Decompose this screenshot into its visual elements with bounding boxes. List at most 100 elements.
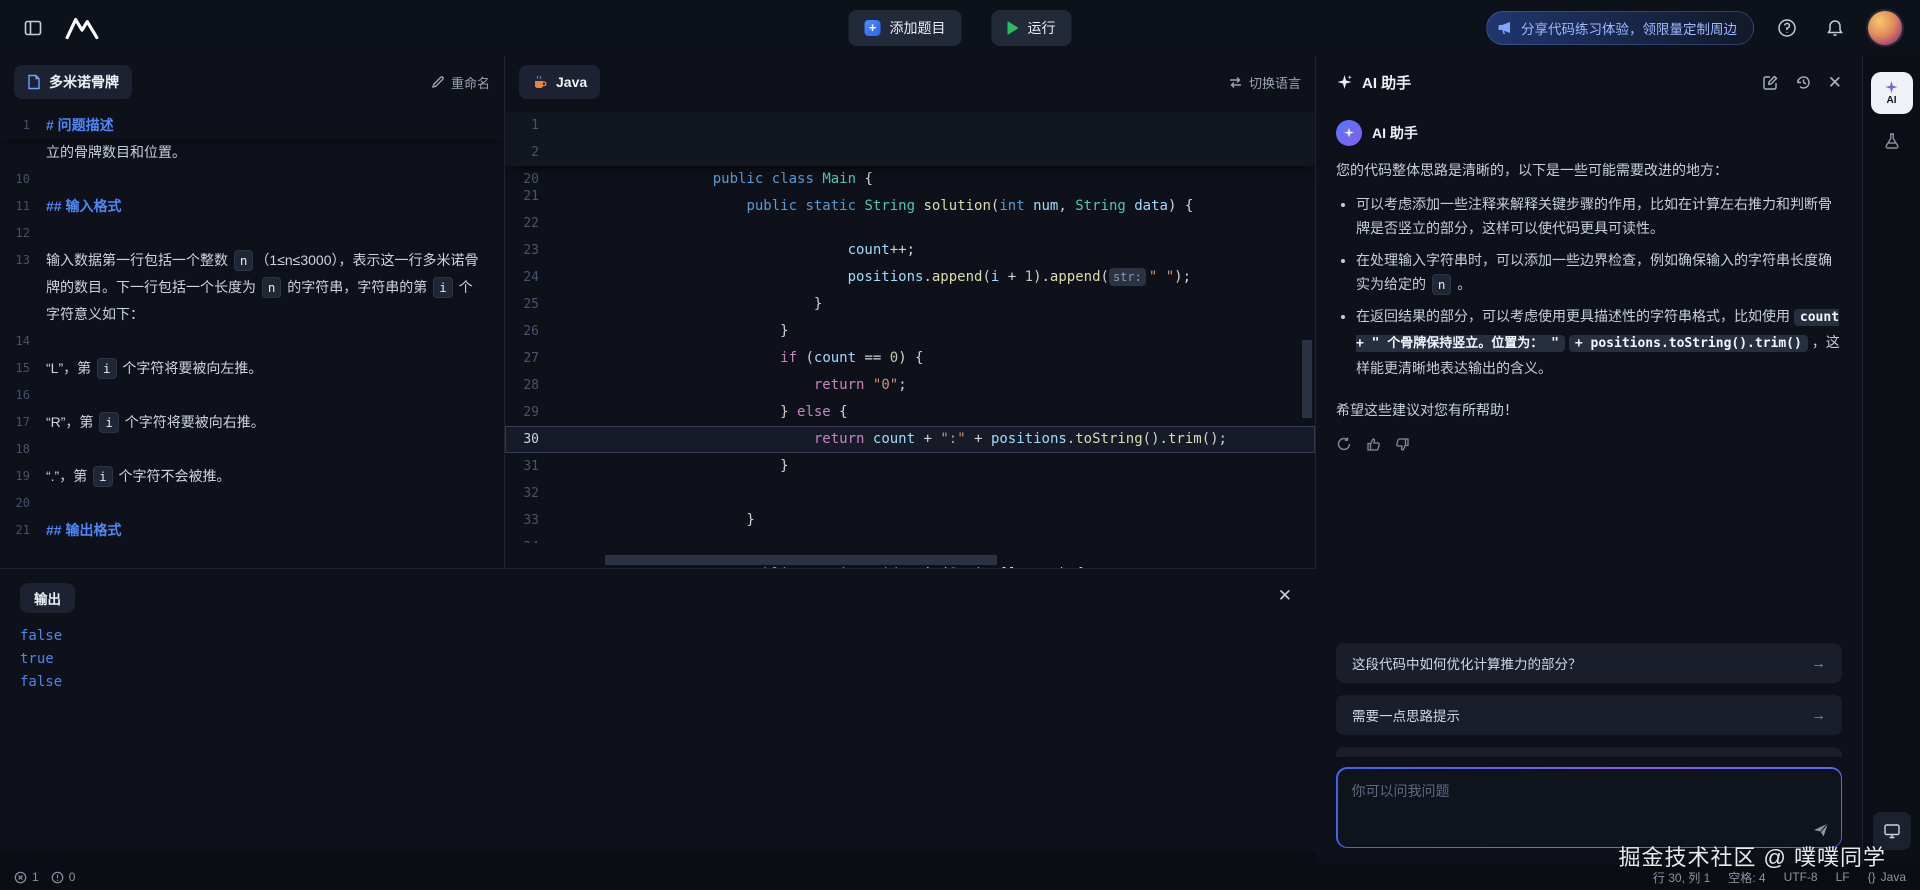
code-line[interactable]: 2 public static String solution(int num,… bbox=[505, 139, 1315, 166]
code-line[interactable]: 23 } bbox=[505, 237, 1315, 264]
problem-line[interactable]: 15 “L”，第 i 个字符将要被向左推。 bbox=[0, 355, 504, 382]
user-avatar[interactable] bbox=[1868, 11, 1902, 45]
promo-banner[interactable]: 分享代码练习体验，领限量定制周边 bbox=[1486, 11, 1754, 45]
error-count[interactable]: 1 bbox=[14, 870, 39, 884]
output-tab[interactable]: 输出 bbox=[20, 583, 75, 613]
code-line[interactable]: 25 if (count == 0) { bbox=[505, 291, 1315, 318]
problem-line[interactable]: 20 bbox=[0, 490, 504, 517]
regenerate-button[interactable] bbox=[1336, 436, 1352, 452]
code-token: Main bbox=[822, 171, 864, 187]
language-mode[interactable]: {} Java bbox=[1868, 870, 1906, 884]
problem-line[interactable]: 18 bbox=[0, 436, 504, 463]
thumbs-up-icon bbox=[1366, 437, 1381, 452]
output-close-button[interactable]: ✕ bbox=[1278, 587, 1292, 604]
output-lines: falsetruefalse bbox=[20, 625, 1296, 694]
send-plane-icon bbox=[1812, 821, 1830, 839]
console-toggle-button[interactable] bbox=[1873, 812, 1911, 850]
encoding-setting[interactable]: UTF-8 bbox=[1784, 870, 1818, 884]
ai-bullet: 可以考虑添加一些注释来解释关键步骤的作用，比如在计算左右推力和判断骨牌是否竖立的… bbox=[1356, 192, 1842, 240]
suggested-question[interactable]: 这段代码中如何优化计算推力的部分？ → bbox=[1336, 643, 1842, 683]
sidebar-toggle-button[interactable] bbox=[18, 13, 48, 43]
line-number: 25 bbox=[505, 291, 561, 318]
problem-title-chip[interactable]: 多米诺骨牌 bbox=[14, 65, 132, 99]
horizontal-scrollbar-thumb[interactable] bbox=[605, 555, 997, 565]
code-line[interactable]: 28 return count + ":" + positions.toStri… bbox=[505, 372, 1315, 399]
language-mode-label: Java bbox=[1881, 870, 1906, 884]
code-line[interactable]: 30 bbox=[505, 426, 1315, 453]
problem-line-text: “L”，第 i 个字符将要被向左推。 bbox=[46, 355, 504, 382]
code-line[interactable]: 31 } bbox=[505, 453, 1315, 480]
add-problem-button[interactable]: 添加题目 bbox=[849, 10, 962, 46]
line-number: 21 bbox=[0, 517, 46, 544]
code-line[interactable]: 34 bbox=[505, 534, 1315, 543]
ai-close-button[interactable]: ✕ bbox=[1828, 74, 1842, 91]
code-line[interactable]: 32 bbox=[505, 480, 1315, 507]
indentation-setting[interactable]: 空格: 4 bbox=[1728, 869, 1765, 886]
ai-panel-header: AI 助手 ✕ bbox=[1316, 56, 1862, 108]
code-token: static bbox=[805, 198, 864, 214]
run-button[interactable]: 运行 bbox=[992, 10, 1072, 46]
problem-line[interactable]: 13 输入数据第一行包括一个整数 n（1≤n≤3000），表示这一行多米诺骨牌的… bbox=[0, 247, 504, 328]
eol-setting[interactable]: LF bbox=[1836, 870, 1850, 884]
code-line-text: return "0"; bbox=[561, 318, 1315, 345]
code-line[interactable]: 27 } else { bbox=[505, 345, 1315, 372]
problem-line-text bbox=[46, 328, 504, 355]
ai-message-sender: AI 助手 bbox=[1336, 120, 1842, 146]
new-chat-button[interactable] bbox=[1762, 74, 1779, 91]
problem-line[interactable]: 17 “R”，第 i 个字符将要被向右推。 bbox=[0, 409, 504, 436]
problem-line[interactable]: 12 bbox=[0, 220, 504, 247]
problem-title: 多米诺骨牌 bbox=[49, 72, 119, 92]
text-segment: 立的骨牌数目和位置。 bbox=[46, 144, 186, 160]
line-number bbox=[0, 139, 46, 166]
text-segment: 在处理输入字符串时，可以添加一些边界检查，例如确保输入的字符串长度确实为给定的 bbox=[1356, 252, 1832, 292]
ai-bullet: 在处理输入字符串时，可以添加一些边界检查，例如确保输入的字符串长度确实为给定的 … bbox=[1356, 248, 1842, 296]
ai-panel-title: AI 助手 bbox=[1362, 72, 1411, 93]
problem-line[interactable]: 14 bbox=[0, 328, 504, 355]
line-number: 23 bbox=[505, 237, 561, 264]
send-button[interactable] bbox=[1812, 821, 1830, 839]
help-button[interactable] bbox=[1772, 13, 1802, 43]
language-tab[interactable]: Java bbox=[519, 65, 600, 99]
line-number: 31 bbox=[505, 453, 561, 480]
close-icon: ✕ bbox=[1278, 586, 1292, 605]
rename-button[interactable]: 重命名 bbox=[431, 73, 490, 92]
text-segment: ## 输出格式 bbox=[46, 522, 121, 538]
braces-icon: {} bbox=[1868, 870, 1876, 884]
line-number: 10 bbox=[0, 166, 46, 193]
code-line[interactable]: 24 } bbox=[505, 264, 1315, 291]
history-button[interactable] bbox=[1795, 74, 1812, 91]
notifications-button[interactable] bbox=[1820, 13, 1850, 43]
run-label: 运行 bbox=[1028, 18, 1056, 38]
suggested-question[interactable]: 需要一点思路提示 → bbox=[1336, 695, 1842, 735]
right-rail: AI bbox=[1862, 56, 1920, 864]
line-number: 24 bbox=[505, 264, 561, 291]
problem-line[interactable]: 1 # 问题描述 bbox=[0, 112, 504, 139]
code-line-text: } bbox=[561, 453, 1315, 480]
problem-line[interactable]: 立的骨牌数目和位置。 bbox=[0, 139, 504, 166]
problem-line[interactable]: 16 bbox=[0, 382, 504, 409]
output-line: false bbox=[20, 625, 1296, 648]
thumbs-up-button[interactable] bbox=[1366, 436, 1381, 452]
ai-rail-label: AI bbox=[1887, 96, 1897, 106]
code-line[interactable]: 33 public static void main(String[] args… bbox=[505, 507, 1315, 534]
problem-line[interactable]: 11 ## 输入格式 bbox=[0, 193, 504, 220]
line-number: 34 bbox=[505, 534, 561, 543]
ai-chat-input[interactable] bbox=[1338, 769, 1841, 847]
ai-rail-button[interactable]: AI bbox=[1871, 72, 1913, 114]
code-line[interactable]: 1 public class Main { bbox=[505, 112, 1315, 139]
problem-line[interactable]: 21 ## 输出格式 bbox=[0, 517, 504, 544]
vertical-scrollbar-thumb[interactable] bbox=[1302, 340, 1312, 418]
switch-language-button[interactable]: 切换语言 bbox=[1228, 73, 1301, 92]
problem-line[interactable]: 19 “.”，第 i 个字符不会被推。 bbox=[0, 463, 504, 490]
problem-line[interactable]: 10 bbox=[0, 166, 504, 193]
thumbs-down-button[interactable] bbox=[1395, 436, 1410, 452]
ai-conversation: AI 助手 您的代码整体思路是清晰的，以下是一些可能需要改进的地方： 可以考虑添… bbox=[1316, 108, 1862, 864]
code-line[interactable]: 29 } bbox=[505, 399, 1315, 426]
lab-button[interactable] bbox=[1883, 132, 1901, 150]
cursor-position[interactable]: 行 30, 列 1 bbox=[1653, 869, 1710, 886]
code-line[interactable]: 26 return "0"; bbox=[505, 318, 1315, 345]
app-logo[interactable] bbox=[64, 15, 100, 41]
warning-count[interactable]: 0 bbox=[51, 870, 76, 884]
rename-label: 重命名 bbox=[451, 73, 490, 92]
suggested-question-partial[interactable] bbox=[1336, 747, 1842, 757]
